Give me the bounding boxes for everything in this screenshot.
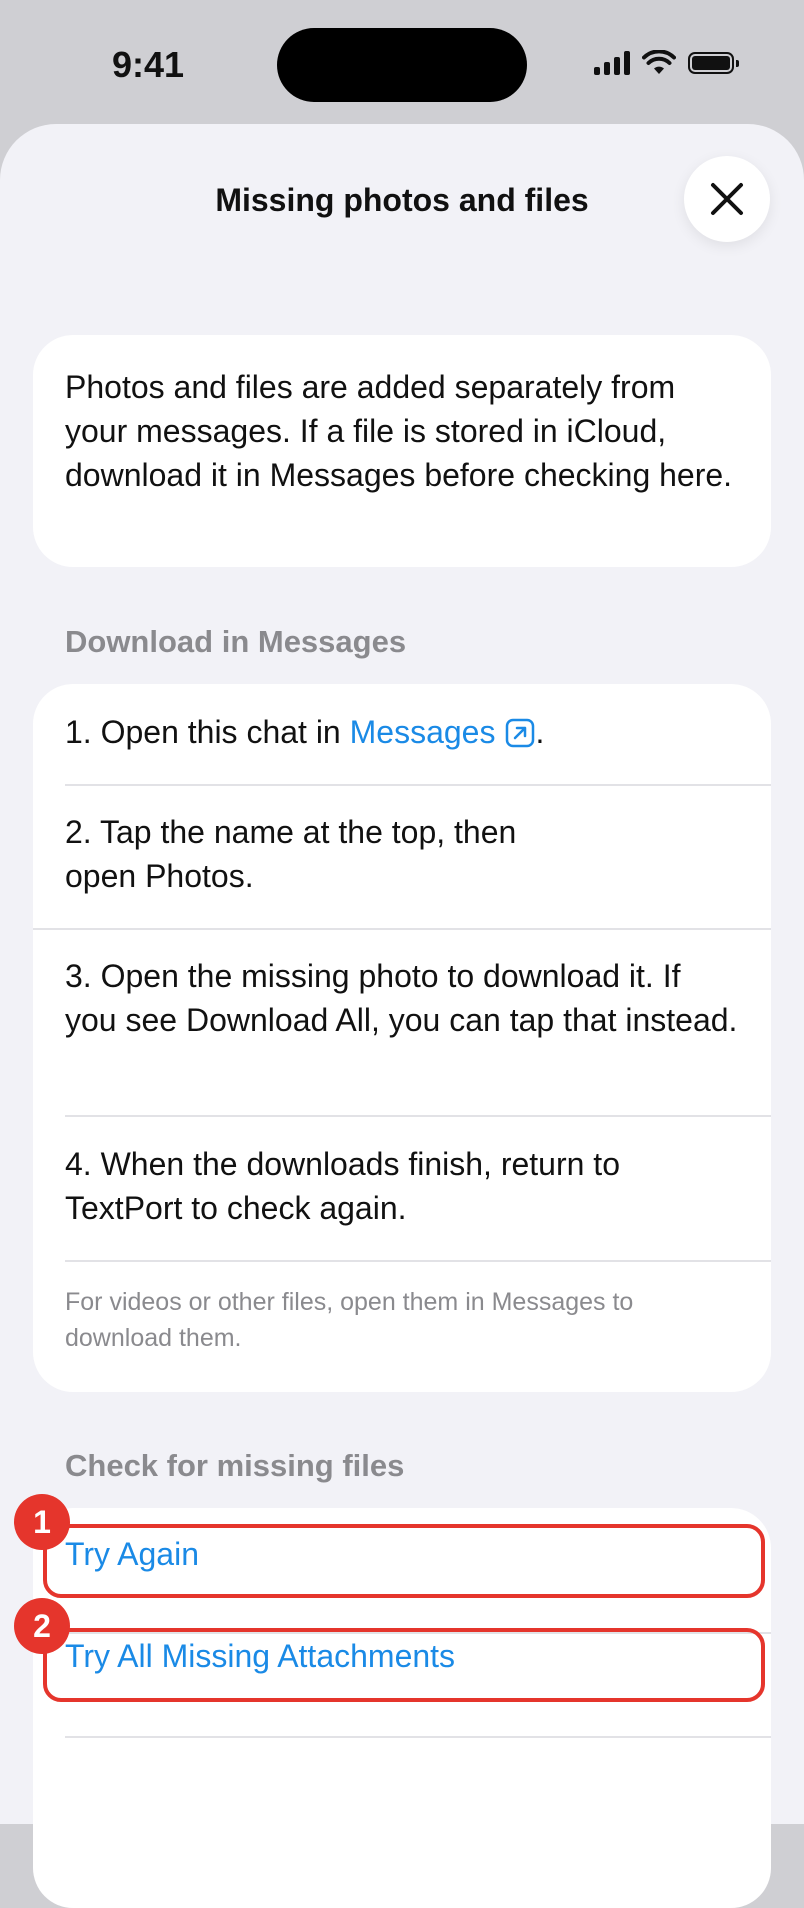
close-icon (711, 183, 743, 215)
wifi-icon (642, 50, 676, 74)
download-section-header: Download in Messages (65, 624, 407, 659)
divider (65, 1736, 771, 1738)
highlight-box-try-all (43, 1628, 765, 1702)
step-1: 1. Open this chat in Messages. (65, 710, 739, 754)
messages-link-label: Messages (349, 714, 496, 750)
step-2: 2. Tap the name at the top, then open Ph… (65, 810, 739, 898)
external-link-icon (506, 718, 535, 748)
annotation-badge-1: 1 (14, 1494, 70, 1550)
step-2-line-1: 2. Tap the name at the top, then (65, 814, 517, 850)
divider (65, 1115, 771, 1117)
check-section-header: Check for missing files (65, 1448, 405, 1483)
footnote: For videos or other files, open them in … (65, 1288, 634, 1352)
divider (33, 928, 771, 930)
cellular-signal-icon (594, 51, 630, 75)
status-icons (594, 50, 739, 76)
step-4: 4. When the downloads finish, return to … (65, 1146, 620, 1226)
close-button[interactable] (684, 156, 770, 242)
dynamic-island (277, 28, 527, 102)
step-1-text: 1. Open this chat in (65, 714, 350, 750)
divider (65, 784, 771, 786)
step-3: 3. Open the missing photo to download it… (65, 958, 738, 1038)
status-time: 9:41 (112, 44, 185, 85)
divider (65, 1260, 771, 1262)
intro-card: Photos and files are added separately fr… (33, 335, 771, 567)
download-steps-card: 1. Open this chat in Messages. 2. Tap th… (33, 684, 771, 1392)
intro-text: Photos and files are added separately fr… (65, 369, 733, 493)
step-2-line-2: open Photos. (65, 858, 254, 894)
annotation-badge-2: 2 (14, 1598, 70, 1654)
status-bar: 9:41 (0, 0, 804, 124)
messages-link[interactable]: Messages (350, 714, 536, 750)
step-1-suffix: . (535, 714, 545, 750)
battery-icon (688, 52, 739, 74)
highlight-box-try-again (43, 1524, 765, 1598)
